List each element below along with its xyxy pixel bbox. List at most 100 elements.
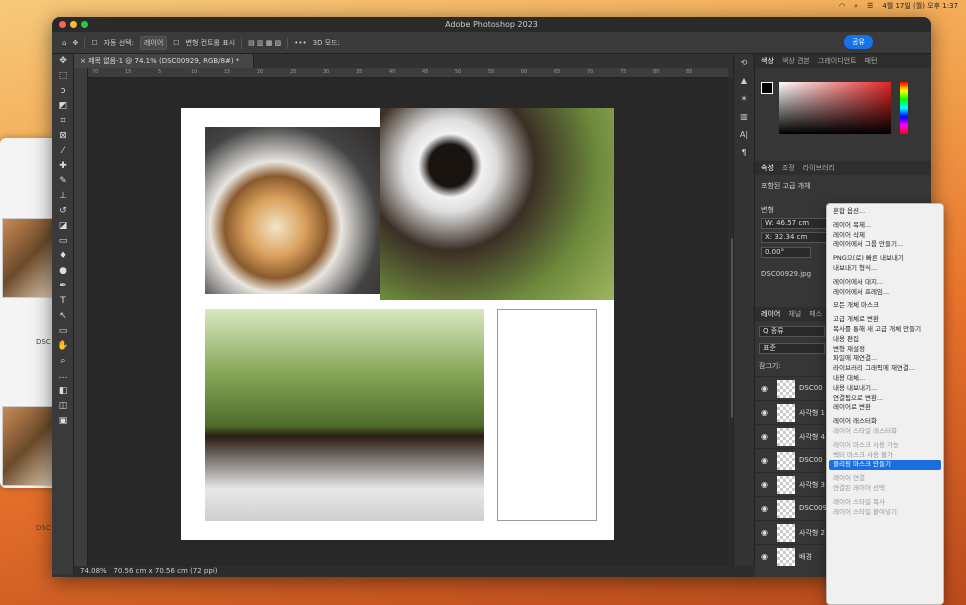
stamp-tool-icon[interactable]: ⊥: [52, 189, 74, 204]
marquee-tool-icon[interactable]: ⬚: [52, 69, 74, 84]
layer-thumbnail[interactable]: [777, 380, 795, 398]
photo-croissant[interactable]: [205, 127, 382, 294]
adjustments-icon[interactable]: ☀: [734, 90, 754, 108]
menubar-datetime[interactable]: 4월 17일 (월) 오후 1:37: [882, 1, 958, 11]
layer-thumbnail[interactable]: [777, 476, 795, 494]
background-thumbnail[interactable]: [2, 218, 57, 298]
context-menu-item[interactable]: 레이어에서 대지...: [827, 278, 943, 288]
layer-thumbnail[interactable]: [777, 500, 795, 518]
select-tool-icon[interactable]: ◩: [52, 99, 74, 114]
frame-tool-icon[interactable]: ⊠: [52, 129, 74, 144]
share-button[interactable]: 공유: [844, 35, 873, 49]
visibility-eye-icon[interactable]: ◉: [761, 480, 768, 489]
character-icon[interactable]: A|: [734, 126, 754, 144]
color-panel-tab[interactable]: 패턴: [865, 54, 878, 68]
layer-thumbnail[interactable]: [777, 428, 795, 446]
visibility-eye-icon[interactable]: ◉: [761, 552, 768, 561]
context-menu-item[interactable]: PNG으(로) 빠른 내보내기: [827, 254, 943, 264]
path-select-icon[interactable]: ↖: [52, 309, 74, 324]
history-icon[interactable]: ⟲: [734, 54, 754, 72]
crop-tool-icon[interactable]: ⌗: [52, 114, 74, 129]
type-tool-icon[interactable]: T: [52, 294, 74, 309]
context-menu-item[interactable]: 레이어 복제...: [827, 221, 943, 231]
control-center-icon[interactable]: ☰: [867, 2, 873, 10]
foreground-background-icon[interactable]: ◧: [52, 384, 74, 399]
empty-rectangle-frame[interactable]: [497, 309, 597, 521]
properties-panel-tab[interactable]: 조정: [782, 161, 795, 175]
context-menu-item[interactable]: 레이어 삭제: [827, 231, 943, 241]
context-menu-item[interactable]: 고급 개체로 변환: [827, 315, 943, 325]
layers-panel-tab[interactable]: 패스: [809, 307, 822, 321]
zoom-tool-icon[interactable]: ⌕: [52, 354, 74, 369]
minimize-icon[interactable]: [70, 21, 77, 28]
context-menu-item[interactable]: 레이어 래스터화: [827, 417, 943, 427]
photo-coffee[interactable]: [380, 108, 614, 300]
width-field[interactable]: W: 46.57 cm: [761, 218, 827, 229]
document-canvas[interactable]: [181, 108, 614, 540]
auto-select-checkbox[interactable]: ☐: [91, 39, 97, 47]
libraries-icon[interactable]: ▥: [734, 108, 754, 126]
show-transform-checkbox[interactable]: ☐: [173, 39, 179, 47]
close-icon[interactable]: [59, 21, 66, 28]
context-menu-item[interactable]: 레이어에서 프레임...: [827, 288, 943, 298]
context-menu-item[interactable]: 내용 대체...: [827, 374, 943, 384]
layer-kind-filter[interactable]: Q 종류: [759, 326, 825, 337]
angle-field[interactable]: 0.00°: [761, 247, 811, 258]
history-brush-icon[interactable]: ↺: [52, 204, 74, 219]
context-menu-item[interactable]: 레이어로 변환: [827, 403, 943, 413]
healing-tool-icon[interactable]: ✚: [52, 159, 74, 174]
home-icon[interactable]: ⌂: [62, 39, 66, 47]
blur-tool-icon[interactable]: ♦: [52, 249, 74, 264]
actions-icon[interactable]: ▲: [734, 72, 754, 90]
lasso-tool-icon[interactable]: ↄ: [52, 84, 74, 99]
wifi-icon[interactable]: ◠: [839, 2, 845, 10]
layers-panel-tab[interactable]: 채널: [788, 307, 801, 321]
background-thumbnail[interactable]: [2, 406, 57, 486]
context-menu-item[interactable]: 파일에 재연결...: [827, 354, 943, 364]
eraser-tool-icon[interactable]: ◪: [52, 219, 74, 234]
eyedropper-tool-icon[interactable]: ⁄: [52, 144, 74, 159]
context-menu-item[interactable]: 레이어에서 그룹 만들기...: [827, 240, 943, 250]
zoom-level[interactable]: 74.08%: [80, 567, 107, 575]
properties-panel-tab[interactable]: 라이브러리: [803, 161, 835, 175]
context-menu-item[interactable]: 혼합 옵션...: [827, 207, 943, 217]
quick-mask-icon[interactable]: ◫: [52, 399, 74, 414]
context-menu-item[interactable]: 내보내기 형식...: [827, 264, 943, 274]
photo-woman[interactable]: [205, 309, 484, 521]
blend-mode-select[interactable]: 표준: [759, 343, 825, 354]
visibility-eye-icon[interactable]: ◉: [761, 432, 768, 441]
layers-panel-tab[interactable]: 레이어: [761, 307, 780, 321]
visibility-eye-icon[interactable]: ◉: [761, 528, 768, 537]
context-menu-item[interactable]: 모든 개체 마스크: [827, 301, 943, 311]
visibility-eye-icon[interactable]: ◉: [761, 504, 768, 513]
color-panel-tab[interactable]: 색상 견본: [782, 54, 810, 68]
search-icon[interactable]: ⌕: [854, 2, 858, 11]
color-panel-tab[interactable]: 그레이디언트: [818, 54, 857, 68]
screen-mode-icon[interactable]: ▣: [52, 414, 74, 429]
hue-slider[interactable]: [900, 82, 908, 134]
color-picker-field[interactable]: [779, 82, 891, 134]
color-panel-tab[interactable]: 색상: [761, 54, 774, 68]
pen-tool-icon[interactable]: ✒: [52, 279, 74, 294]
shape-tool-icon[interactable]: ▭: [52, 324, 74, 339]
visibility-eye-icon[interactable]: ◉: [761, 456, 768, 465]
gradient-tool-icon[interactable]: ▭: [52, 234, 74, 249]
context-menu-item[interactable]: 변형 재설정: [827, 345, 943, 355]
maximize-icon[interactable]: [81, 21, 88, 28]
document-tab[interactable]: × 제목 없음-1 @ 74.1% (DSC00929, RGB/8#) *: [74, 54, 254, 68]
layer-thumbnail[interactable]: [777, 404, 795, 422]
visibility-eye-icon[interactable]: ◉: [761, 384, 768, 393]
context-menu-item[interactable]: 클리핑 마스크 만들기: [829, 460, 941, 471]
align-icons[interactable]: ▤ ▥ ▦ ▧: [248, 39, 281, 47]
more-icon[interactable]: •••: [294, 39, 306, 47]
context-menu-item[interactable]: 내용 내보내기...: [827, 384, 943, 394]
visibility-eye-icon[interactable]: ◉: [761, 408, 768, 417]
close-tab-icon[interactable]: ×: [80, 57, 88, 65]
context-menu-item[interactable]: 연결됨으로 변환...: [827, 394, 943, 404]
canvas-area[interactable]: [88, 78, 728, 566]
paragraph-icon[interactable]: ¶: [734, 144, 754, 162]
layer-thumbnail[interactable]: [777, 452, 795, 470]
properties-panel-tab[interactable]: 속성: [761, 161, 774, 175]
dodge-tool-icon[interactable]: ●: [52, 264, 74, 279]
context-menu-item[interactable]: 내용 편집: [827, 335, 943, 345]
